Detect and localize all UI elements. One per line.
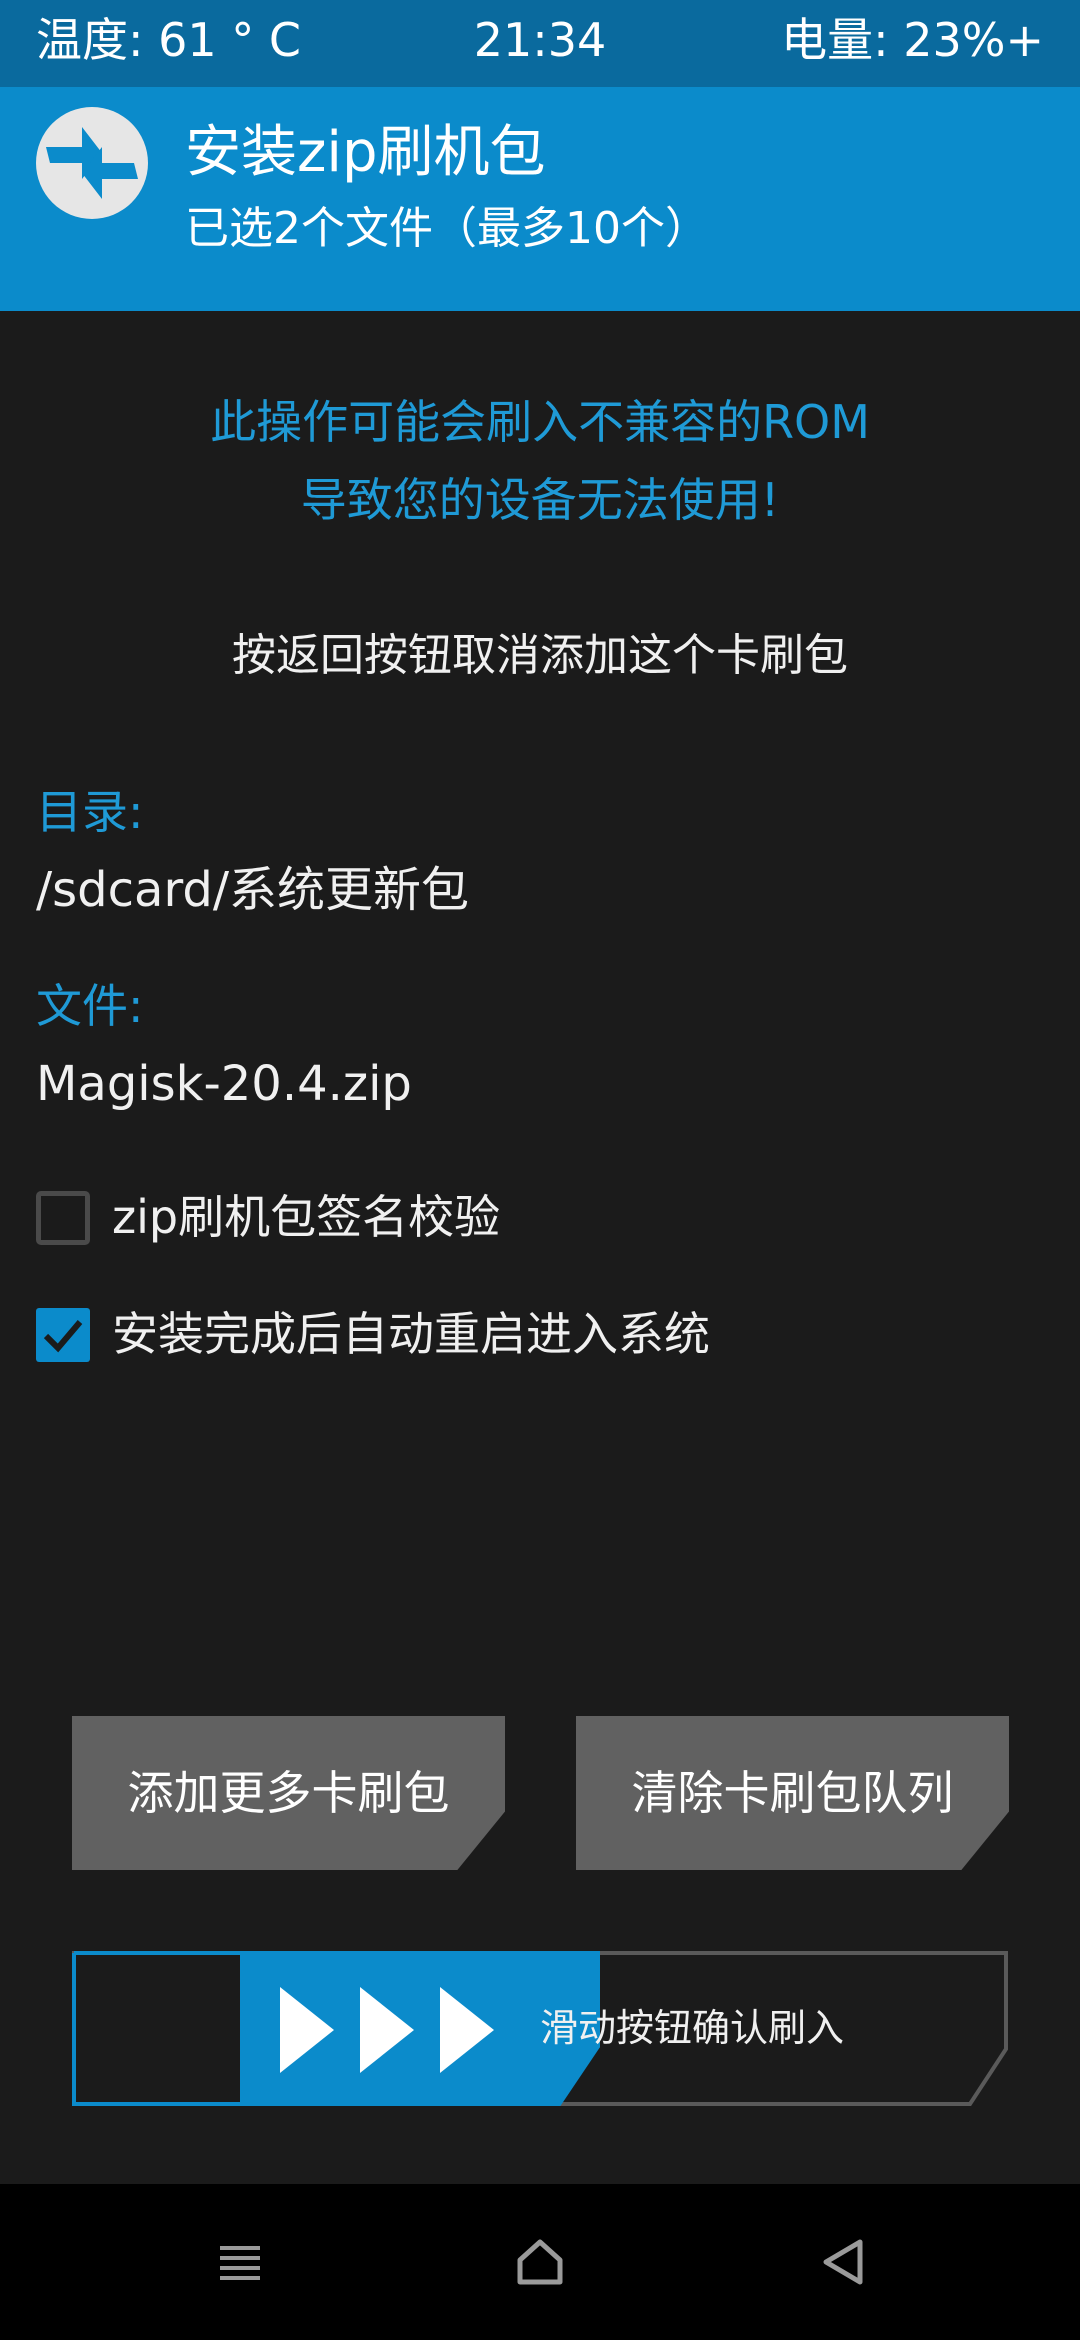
- signature-verify-checkbox[interactable]: [36, 1191, 90, 1245]
- directory-value: /sdcard/系统更新包: [36, 862, 469, 918]
- page-subtitle: 已选2个文件（最多10个）: [185, 203, 709, 254]
- signature-verify-label: zip刷机包签名校验: [112, 1190, 501, 1244]
- slider-label: 滑动按钮确认刷入: [540, 2006, 845, 2050]
- directory-label: 目录:: [36, 785, 144, 839]
- clear-zip-queue-button[interactable]: 清除卡刷包队列: [576, 1716, 1009, 1870]
- navigation-bar: [0, 2184, 1080, 2340]
- twrp-logo-icon: [36, 107, 148, 219]
- home-icon[interactable]: [510, 2232, 570, 2292]
- swipe-to-confirm-slider[interactable]: 滑动按钮确认刷入: [72, 1951, 1008, 2106]
- warning-line-1: 此操作可能会刷入不兼容的ROM: [210, 395, 870, 449]
- battery-readout: 电量: 23%+: [781, 13, 1044, 67]
- menu-icon[interactable]: [210, 2232, 270, 2292]
- auto-reboot-label: 安装完成后自动重启进入系统: [112, 1307, 710, 1361]
- add-more-zips-button[interactable]: 添加更多卡刷包: [72, 1716, 505, 1870]
- file-value: Magisk-20.4.zip: [36, 1056, 412, 1112]
- file-label: 文件:: [36, 979, 144, 1033]
- cancel-notice: 按返回按钮取消添加这个卡刷包: [232, 630, 848, 681]
- back-triangle-icon[interactable]: [812, 2232, 872, 2292]
- triple-play-arrow-icon: [280, 1987, 494, 2073]
- auto-reboot-checkbox[interactable]: [36, 1308, 90, 1362]
- checkmark-icon: [43, 1320, 83, 1353]
- status-bar: 温度: 61 ° C 21:34 电量: 23%+: [0, 0, 1080, 87]
- page-title: 安装zip刷机包: [185, 120, 546, 185]
- warning-line-2: 导致您的设备无法使用!: [300, 473, 780, 527]
- page-header: 安装zip刷机包 已选2个文件（最多10个）: [0, 87, 1080, 311]
